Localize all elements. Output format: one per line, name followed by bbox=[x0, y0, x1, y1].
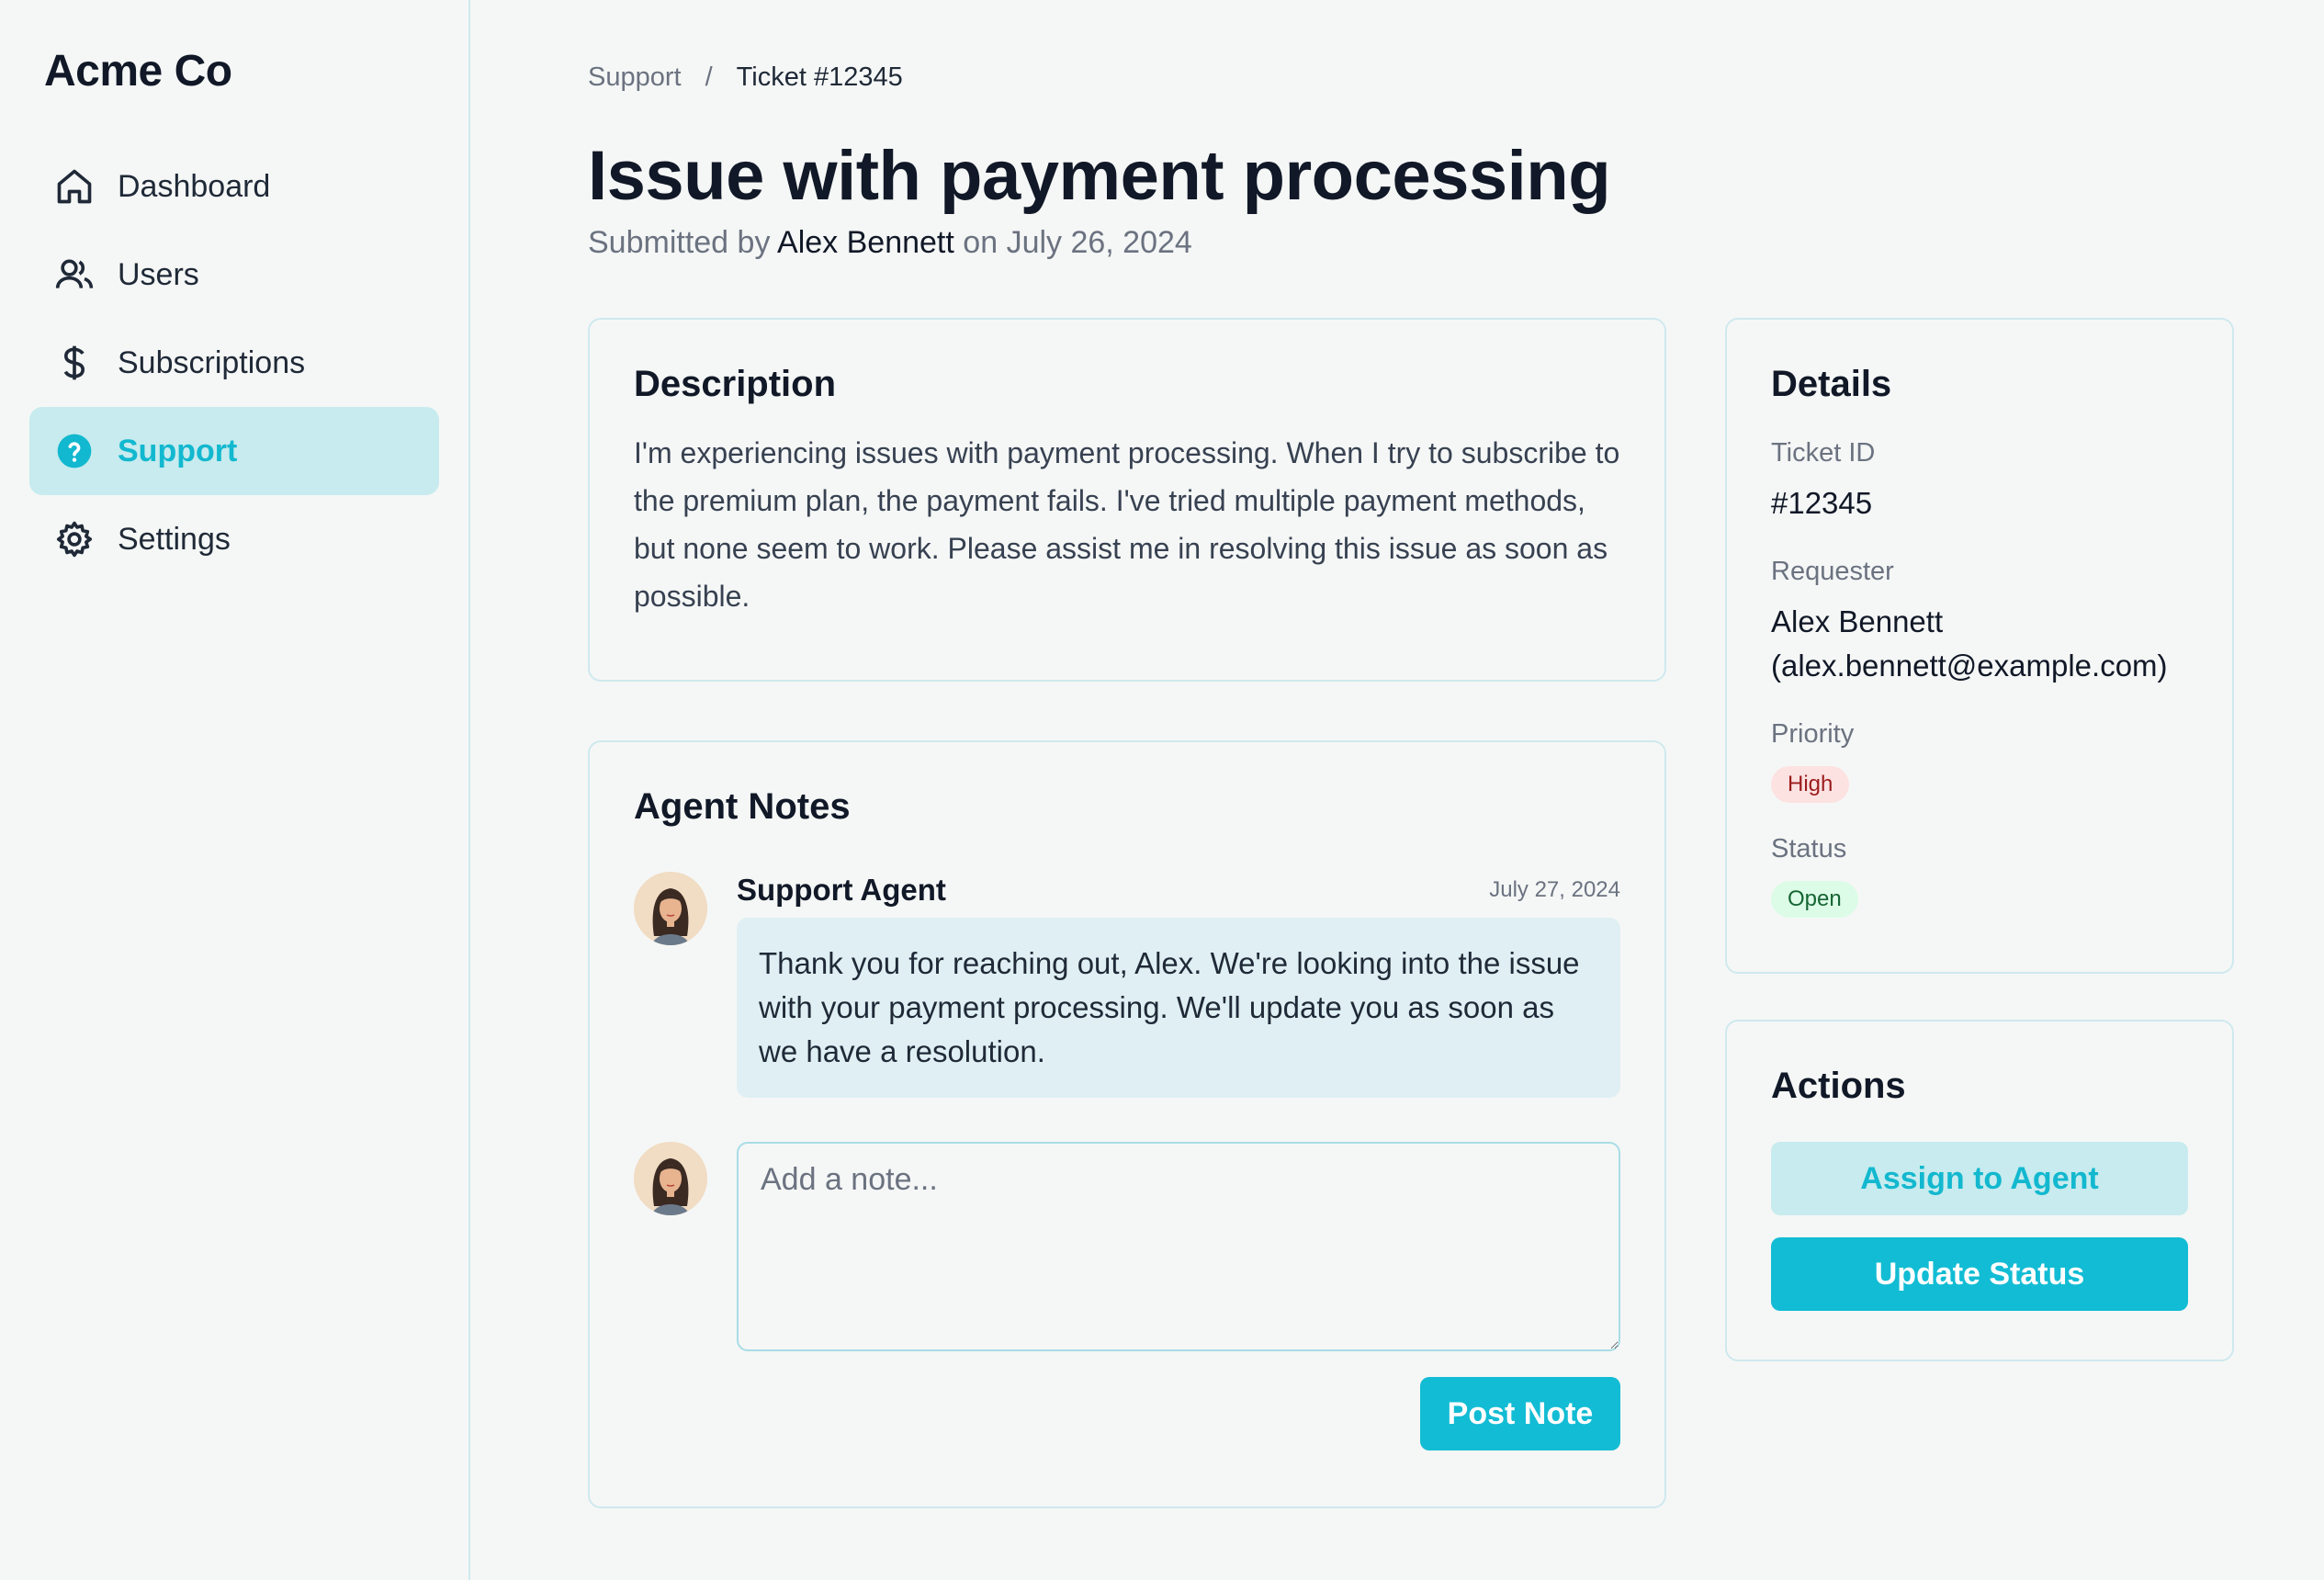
sidebar-item-dashboard[interactable]: Dashboard bbox=[29, 142, 439, 231]
avatar bbox=[634, 872, 707, 946]
page-title: Issue with payment processing bbox=[588, 137, 1611, 215]
breadcrumb: Support / Ticket #12345 bbox=[588, 59, 2236, 96]
requester-label: Requester bbox=[1771, 557, 1894, 587]
post-note-row: Post Note bbox=[634, 1377, 1620, 1451]
content-columns: Description I'm experiencing issues with… bbox=[588, 318, 2236, 1509]
submitted-prefix: Submitted by bbox=[588, 225, 771, 261]
avatar-agent-icon bbox=[634, 872, 707, 946]
note-body: Support Agent July 27, 2024 Thank you fo… bbox=[737, 872, 1620, 1099]
note-composer bbox=[634, 1142, 1620, 1352]
requester-value: Alex Bennett (alex.bennett@example.com) bbox=[1771, 600, 2188, 688]
ticket-id-label: Ticket ID bbox=[1771, 438, 1876, 468]
sidebar-item-label: Users bbox=[118, 256, 199, 292]
home-icon bbox=[53, 165, 96, 208]
ticket-id-value: #12345 bbox=[1771, 486, 1873, 521]
note-text: Thank you for reaching out, Alex. We're … bbox=[737, 918, 1620, 1099]
agent-notes-heading: Agent Notes bbox=[634, 786, 851, 828]
left-column: Description I'm experiencing issues with… bbox=[588, 318, 1666, 1509]
add-note-textarea[interactable] bbox=[737, 1142, 1620, 1352]
sidebar-item-label: Settings bbox=[118, 521, 231, 557]
breadcrumb-link-support[interactable]: Support bbox=[588, 62, 682, 93]
sidebar-item-label: Dashboard bbox=[118, 168, 271, 204]
dollar-icon bbox=[53, 342, 96, 384]
submitted-on-prefix: on bbox=[963, 225, 998, 261]
help-circle-icon bbox=[53, 430, 96, 472]
note-header: Support Agent July 27, 2024 bbox=[737, 872, 1620, 908]
main-content: Support / Ticket #12345 Issue with payme… bbox=[470, 0, 2324, 1580]
users-icon bbox=[53, 254, 96, 296]
breadcrumb-separator: / bbox=[705, 62, 713, 92]
agent-notes-card: Agent Notes Support Agent July 27, 2024 … bbox=[588, 740, 1666, 1509]
gear-icon bbox=[53, 518, 96, 560]
description-heading: Description bbox=[634, 364, 837, 405]
status-badge: Open bbox=[1771, 881, 1858, 919]
sidebar-item-label: Support bbox=[118, 433, 238, 468]
avatar-current-user-icon bbox=[634, 1142, 707, 1216]
post-note-button[interactable]: Post Note bbox=[1420, 1377, 1620, 1451]
description-text: I'm experiencing issues with payment pro… bbox=[634, 436, 1620, 614]
submitted-date: July 26, 2024 bbox=[1006, 225, 1192, 261]
app-root: Acme Co Dashboard Users Subscriptions Su… bbox=[0, 0, 2324, 1580]
right-column: Details Ticket ID #12345 Requester Alex … bbox=[1725, 318, 2234, 1508]
breadcrumb-current: Ticket #12345 bbox=[736, 62, 903, 92]
submitted-info: Submitted by Alex Bennett on July 26, 20… bbox=[588, 225, 2236, 261]
assign-to-agent-button[interactable]: Assign to Agent bbox=[1771, 1142, 2188, 1216]
actions-heading: Actions bbox=[1771, 1066, 1906, 1107]
sidebar-item-users[interactable]: Users bbox=[29, 231, 439, 319]
sidebar-item-label: Subscriptions bbox=[118, 344, 306, 380]
sidebar-item-support[interactable]: Support bbox=[29, 407, 439, 495]
actions-card: Actions Assign to Agent Update Status bbox=[1725, 1020, 2234, 1362]
sidebar-nav: Dashboard Users Subscriptions Support Se… bbox=[29, 142, 439, 583]
note-item: Support Agent July 27, 2024 Thank you fo… bbox=[634, 872, 1620, 1099]
note-author: Support Agent bbox=[737, 873, 946, 908]
requester-name: Alex Bennett bbox=[1771, 604, 1944, 639]
details-card: Details Ticket ID #12345 Requester Alex … bbox=[1725, 318, 2234, 975]
description-card: Description I'm experiencing issues with… bbox=[588, 318, 1666, 683]
sidebar-item-settings[interactable]: Settings bbox=[29, 495, 439, 583]
sidebar-item-subscriptions[interactable]: Subscriptions bbox=[29, 319, 439, 407]
update-status-button[interactable]: Update Status bbox=[1771, 1237, 2188, 1312]
avatar bbox=[634, 1142, 707, 1216]
status-label: Status bbox=[1771, 834, 1847, 864]
priority-badge: High bbox=[1771, 766, 1850, 804]
details-heading: Details bbox=[1771, 364, 1892, 405]
sidebar: Acme Co Dashboard Users Subscriptions Su… bbox=[0, 0, 470, 1580]
priority-label: Priority bbox=[1771, 719, 1855, 750]
submitted-by-name: Alex Bennett bbox=[777, 225, 954, 261]
requester-email: (alex.bennett@example.com) bbox=[1771, 649, 2168, 683]
brand-logo[interactable]: Acme Co bbox=[29, 46, 439, 96]
note-date: July 27, 2024 bbox=[1489, 877, 1620, 903]
